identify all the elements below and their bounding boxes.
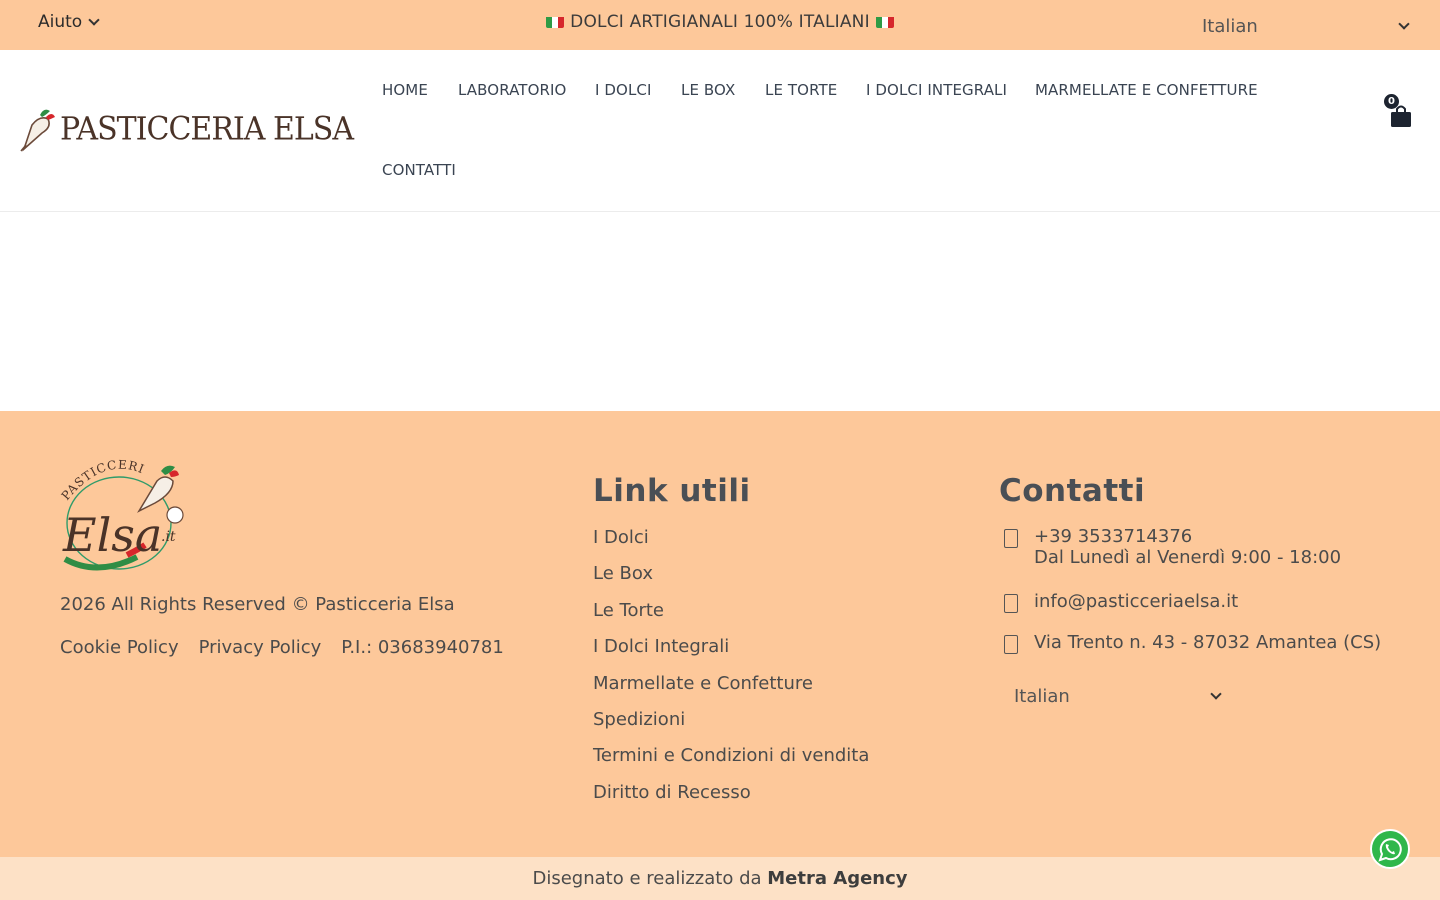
nav-dolci-integrali[interactable]: I DOLCI INTEGRALI bbox=[866, 81, 1007, 99]
footer-link-integrali[interactable]: I Dolci Integrali bbox=[593, 635, 869, 671]
policy-links: Cookie Policy Privacy Policy P.I.: 03683… bbox=[60, 637, 504, 658]
footer-link-recesso[interactable]: Diritto di Recesso bbox=[593, 781, 869, 817]
nav-contatti[interactable]: CONTATTI bbox=[382, 161, 456, 179]
footer-logo-arc: PASTICCERIA bbox=[51, 448, 146, 503]
vat-number: P.I.: 03683940781 bbox=[341, 637, 504, 658]
phone-number: +39 3533714376 bbox=[1034, 526, 1193, 547]
site-header: PASTICCERIA ELSA HOME LABORATORIO I DOLC… bbox=[0, 50, 1440, 212]
chevron-down-icon bbox=[1398, 18, 1410, 30]
footer-logo: PASTICCERIA Elsa .it bbox=[51, 448, 217, 581]
svg-text:PASTICCERIA: PASTICCERIA bbox=[57, 459, 147, 503]
whatsapp-button[interactable] bbox=[1370, 829, 1410, 869]
logo-text: PASTICCERIA ELSA bbox=[60, 110, 354, 148]
italy-flag-icon bbox=[546, 15, 565, 28]
useful-links-list: I Dolci Le Box Le Torte I Dolci Integral… bbox=[593, 526, 869, 817]
footer-link-dolci[interactable]: I Dolci bbox=[593, 526, 869, 562]
footer-logo-word: Elsa bbox=[62, 508, 162, 562]
language-value: Italian bbox=[1014, 685, 1070, 707]
whatsapp-icon bbox=[1370, 829, 1410, 869]
phone-icon bbox=[1004, 529, 1018, 548]
agency-link[interactable]: Metra Agency bbox=[767, 868, 907, 889]
address-contact: Via Trento n. 43 - 87032 Amantea (CS) bbox=[1000, 632, 1381, 654]
street-address: Via Trento n. 43 - 87032 Amantea (CS) bbox=[1034, 632, 1382, 653]
location-icon bbox=[1004, 635, 1018, 654]
piping-bag-icon bbox=[20, 109, 55, 152]
chevron-down-icon bbox=[1210, 688, 1222, 700]
footer-link-torte[interactable]: Le Torte bbox=[593, 599, 869, 635]
footer-link-spedizioni[interactable]: Spedizioni bbox=[593, 708, 869, 744]
footer-link-termini[interactable]: Termini e Condizioni di vendita bbox=[593, 744, 869, 780]
nav-le-box[interactable]: LE BOX bbox=[681, 81, 735, 99]
phone-contact[interactable]: +39 3533714376 Dal Lunedì al Venerdì 9:0… bbox=[1000, 526, 1341, 568]
copyright-text: 2026 All Rights Reserved © Pasticceria E… bbox=[60, 594, 455, 615]
links-heading: Link utili bbox=[593, 473, 751, 509]
announcement-bar: Aiuto DOLCI ARTIGIANALI 100% ITALIANI It… bbox=[0, 0, 1440, 50]
contacts-heading: Contatti bbox=[999, 473, 1146, 509]
language-select-footer[interactable]: Italian bbox=[999, 678, 1235, 714]
promo-text: DOLCI ARTIGIANALI 100% ITALIANI bbox=[570, 12, 870, 32]
opening-hours: Dal Lunedì al Venerdì 9:00 - 18:00 bbox=[1034, 547, 1342, 568]
language-value: Italian bbox=[1202, 15, 1258, 37]
cart-count-badge: 0 bbox=[1384, 94, 1399, 109]
cookie-policy-link[interactable]: Cookie Policy bbox=[60, 637, 179, 658]
language-select-top[interactable]: Italian bbox=[1187, 8, 1423, 44]
site-footer: PASTICCERIA Elsa .it 2026 All Rights Res… bbox=[0, 411, 1440, 857]
email-contact[interactable]: info@pasticceriaelsa.it bbox=[1000, 591, 1238, 613]
credits-prefix: Disegnato e realizzato da bbox=[532, 868, 762, 889]
footer-logo-suffix: .it bbox=[161, 529, 176, 545]
site-logo[interactable]: PASTICCERIA ELSA bbox=[18, 105, 354, 153]
nav-laboratorio[interactable]: LABORATORIO bbox=[458, 81, 566, 99]
nav-le-torte[interactable]: LE TORTE bbox=[765, 81, 837, 99]
cart-button[interactable]: 0 bbox=[1384, 94, 1414, 130]
italy-flag-icon bbox=[875, 15, 894, 28]
nav-home[interactable]: HOME bbox=[382, 81, 428, 99]
email-icon bbox=[1004, 594, 1018, 613]
nav-i-dolci[interactable]: I DOLCI bbox=[595, 81, 652, 99]
credits-bar: Disegnato e realizzato da Metra Agency bbox=[0, 857, 1440, 900]
privacy-policy-link[interactable]: Privacy Policy bbox=[199, 637, 322, 658]
nav-marmellate[interactable]: MARMELLATE E CONFETTURE bbox=[1035, 81, 1258, 99]
footer-link-box[interactable]: Le Box bbox=[593, 562, 869, 598]
footer-link-marmellate[interactable]: Marmellate e Confetture bbox=[593, 672, 869, 708]
email-address: info@pasticceriaelsa.it bbox=[1034, 591, 1239, 612]
